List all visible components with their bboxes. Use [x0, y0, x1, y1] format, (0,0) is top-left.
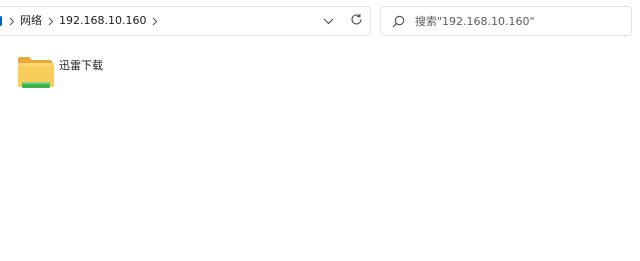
search-icon: [389, 12, 407, 30]
breadcrumb-item-network[interactable]: 网络: [17, 7, 45, 35]
file-explorer-window: 网络 192.168.10.160 搜索"192.168.10.160" 迅雷下…: [0, 0, 640, 261]
chevron-right-icon[interactable]: [45, 14, 56, 28]
search-input[interactable]: [415, 14, 625, 28]
file-name: 迅雷下载: [59, 59, 103, 72]
refresh-icon: [350, 13, 363, 29]
chevron-down-icon: [323, 15, 334, 28]
chevron-right-icon[interactable]: [6, 14, 17, 28]
folder-icon: [14, 52, 56, 92]
address-history-dropdown-button[interactable]: [314, 7, 342, 35]
address-bar[interactable]: 网络 192.168.10.160: [0, 6, 371, 36]
navigation-toolbar: 网络 192.168.10.160: [0, 0, 640, 44]
chevron-right-icon[interactable]: [149, 14, 160, 28]
refresh-button[interactable]: [342, 7, 370, 35]
search-box[interactable]: [380, 6, 632, 36]
list-item[interactable]: 迅雷下载: [14, 52, 124, 92]
location-accent-indicator: [0, 16, 2, 26]
breadcrumb: 网络 192.168.10.160: [0, 7, 160, 35]
breadcrumb-item-host[interactable]: 192.168.10.160: [56, 7, 149, 35]
address-bar-actions: [314, 7, 370, 35]
file-list: 迅雷下载: [0, 44, 640, 261]
